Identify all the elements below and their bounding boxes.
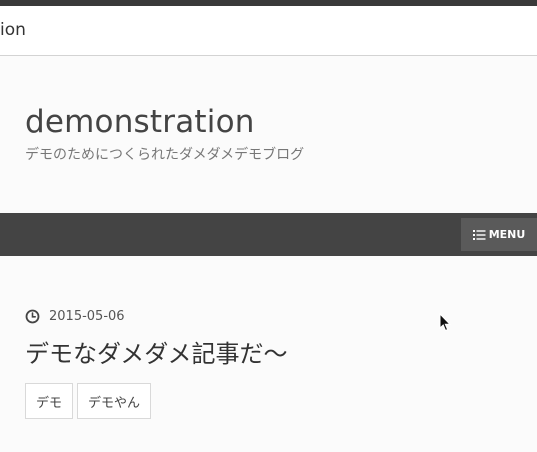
site-title[interactable]: demonstration xyxy=(25,104,255,140)
post-meta: 2015-05-06 xyxy=(25,309,125,324)
address-bar[interactable]: ion xyxy=(0,6,537,56)
site-tagline: デモのためにつくられたダメダメデモブログ xyxy=(25,147,305,163)
tag-demo[interactable]: デモ xyxy=(25,383,74,419)
post-title[interactable]: デモなダメダメ記事だ〜 xyxy=(25,334,288,369)
list-icon xyxy=(472,229,486,241)
tag-demoyan[interactable]: デモやん xyxy=(77,383,152,419)
menu-label: MENU xyxy=(488,228,526,241)
menu-button[interactable]: MENU xyxy=(461,218,537,251)
post-date: 2015-05-06 xyxy=(49,309,125,324)
mouse-cursor-icon xyxy=(439,312,451,332)
clock-icon xyxy=(25,309,40,324)
navbar: MENU xyxy=(0,213,537,256)
tag-list: デモ デモやん xyxy=(25,383,152,419)
address-text[interactable]: ion xyxy=(0,20,26,40)
